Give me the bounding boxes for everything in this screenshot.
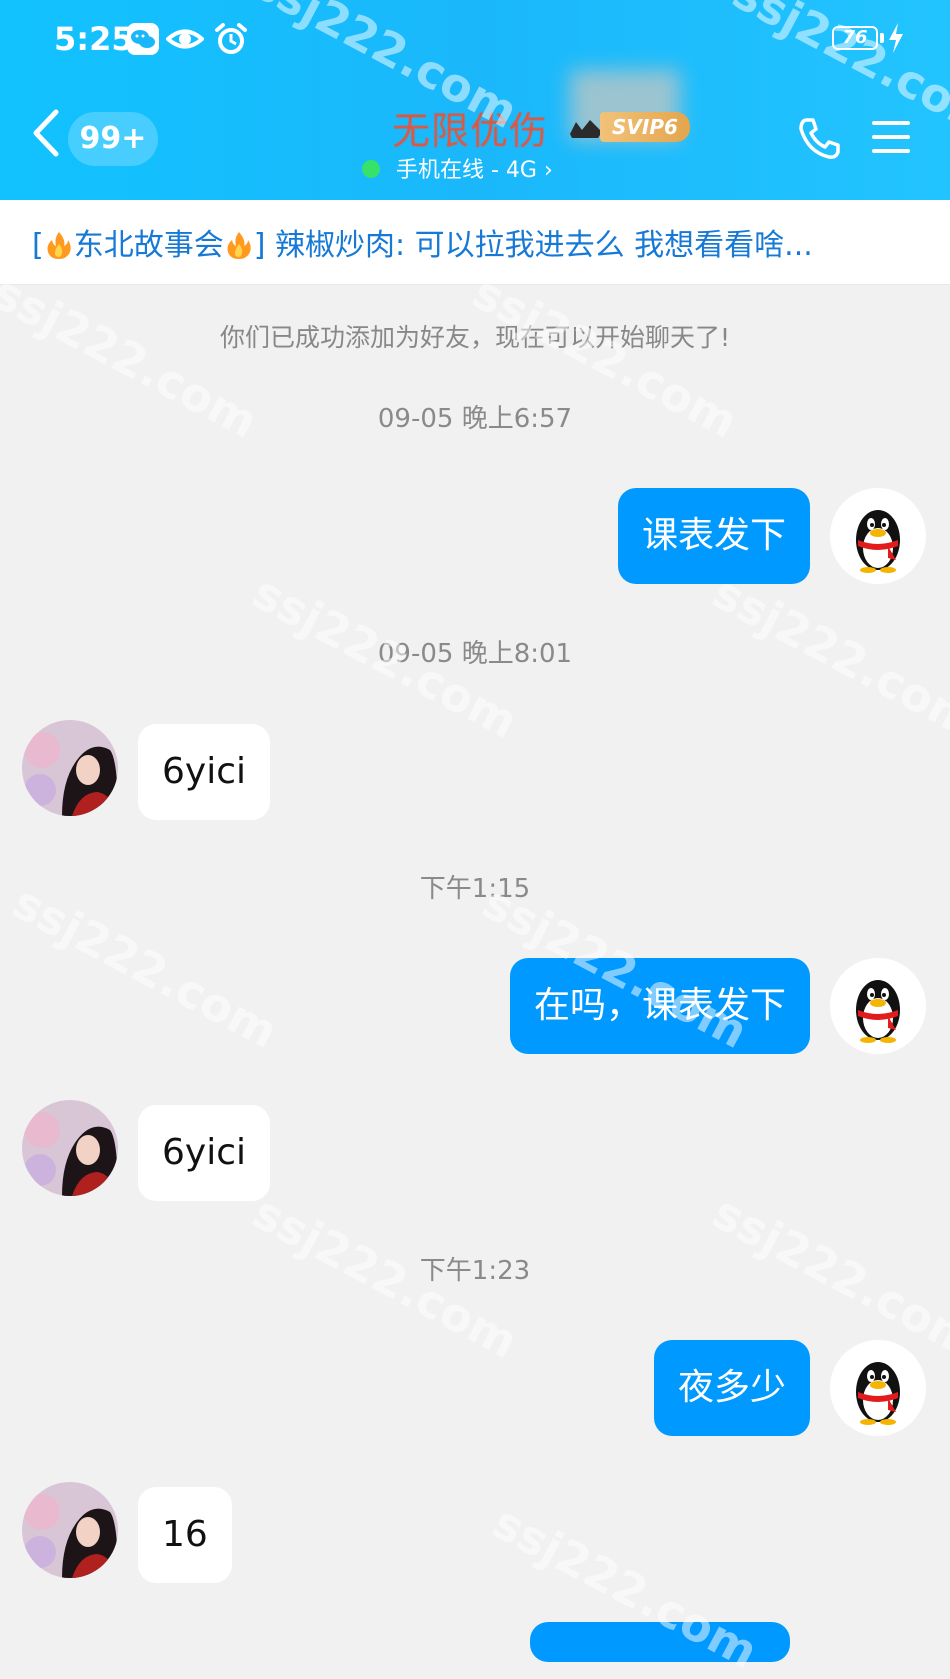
avatar[interactable] xyxy=(830,488,926,584)
message-bubble-outgoing[interactable]: 课表发下 xyxy=(617,488,810,584)
avatar[interactable] xyxy=(22,1482,118,1578)
svip-badge: SVIP6 xyxy=(600,112,690,142)
status-bar: 5:25 76 xyxy=(0,0,950,80)
timestamp: 09-05 晚上6:57 xyxy=(377,404,573,434)
chat-header: 5:25 76 99+ 无限优伤 SVIP6 手机在线 - 4G › xyxy=(0,0,950,200)
nav-bar: 99+ 无限优伤 SVIP6 手机在线 - 4G › xyxy=(0,70,950,200)
message-bubble-outgoing[interactable]: 夜多少 xyxy=(653,1340,810,1436)
message-bubble-incoming[interactable]: 6yici xyxy=(138,1105,271,1201)
contact-avatar-image xyxy=(22,720,118,816)
contact-avatar-image xyxy=(22,1100,118,1196)
online-status[interactable]: 手机在线 - 4G › xyxy=(396,152,553,184)
message-bubble-outgoing-partial[interactable] xyxy=(530,1622,790,1662)
message-bubble-incoming[interactable]: 16 xyxy=(138,1487,232,1583)
message-bubble-incoming[interactable]: 6yici xyxy=(138,724,271,820)
unread-count-badge[interactable]: 99+ xyxy=(68,112,158,166)
battery-indicator: 76 xyxy=(832,26,878,50)
banner-bracket-close: ] xyxy=(253,228,266,263)
contact-avatar-image xyxy=(22,1482,118,1578)
timestamp: 09-05 晚上8:01 xyxy=(377,639,573,669)
eye-icon xyxy=(166,29,204,49)
back-icon[interactable] xyxy=(30,108,62,158)
avatar[interactable] xyxy=(22,720,118,816)
qq-penguin-icon xyxy=(856,510,900,573)
menu-icon[interactable] xyxy=(870,118,912,156)
qq-penguin-icon xyxy=(856,1362,900,1425)
fire-icon xyxy=(227,232,251,259)
alarm-icon xyxy=(215,23,247,54)
online-dot xyxy=(362,160,380,178)
avatar[interactable] xyxy=(22,1100,118,1196)
contact-name[interactable]: 无限优伤 xyxy=(392,100,548,155)
timestamp: 下午1:15 xyxy=(419,874,531,904)
banner-bracket-open: [ xyxy=(32,228,44,263)
banner-group-name: 东北故事会 xyxy=(73,228,224,263)
group-message-banner[interactable]: [ 东北故事会 ] 辣椒炒肉: 可以拉我进去么 我想看看啥... xyxy=(0,200,950,285)
timestamp: 下午1:23 xyxy=(419,1256,531,1286)
message-bubble-outgoing[interactable]: 在吗，课表发下 xyxy=(509,958,810,1054)
avatar[interactable] xyxy=(830,1340,926,1436)
avatar[interactable] xyxy=(830,958,926,1054)
qq-penguin-icon xyxy=(856,980,900,1043)
system-message: 你们已成功添加为好友，现在可以开始聊天了! xyxy=(219,323,731,352)
banner-text: [ 东北故事会 ] 辣椒炒肉: 可以拉我进去么 我想看看啥... xyxy=(32,220,922,264)
wechat-icon xyxy=(127,23,159,55)
phone-icon[interactable] xyxy=(796,114,844,162)
svip-crown-icon xyxy=(570,120,602,138)
fire-icon xyxy=(47,232,71,259)
charging-icon xyxy=(889,23,903,53)
status-time: 5:25 xyxy=(54,20,134,58)
banner-message: 辣椒炒肉: 可以拉我进去么 我想看看啥... xyxy=(265,228,813,263)
battery-tip xyxy=(880,33,884,43)
